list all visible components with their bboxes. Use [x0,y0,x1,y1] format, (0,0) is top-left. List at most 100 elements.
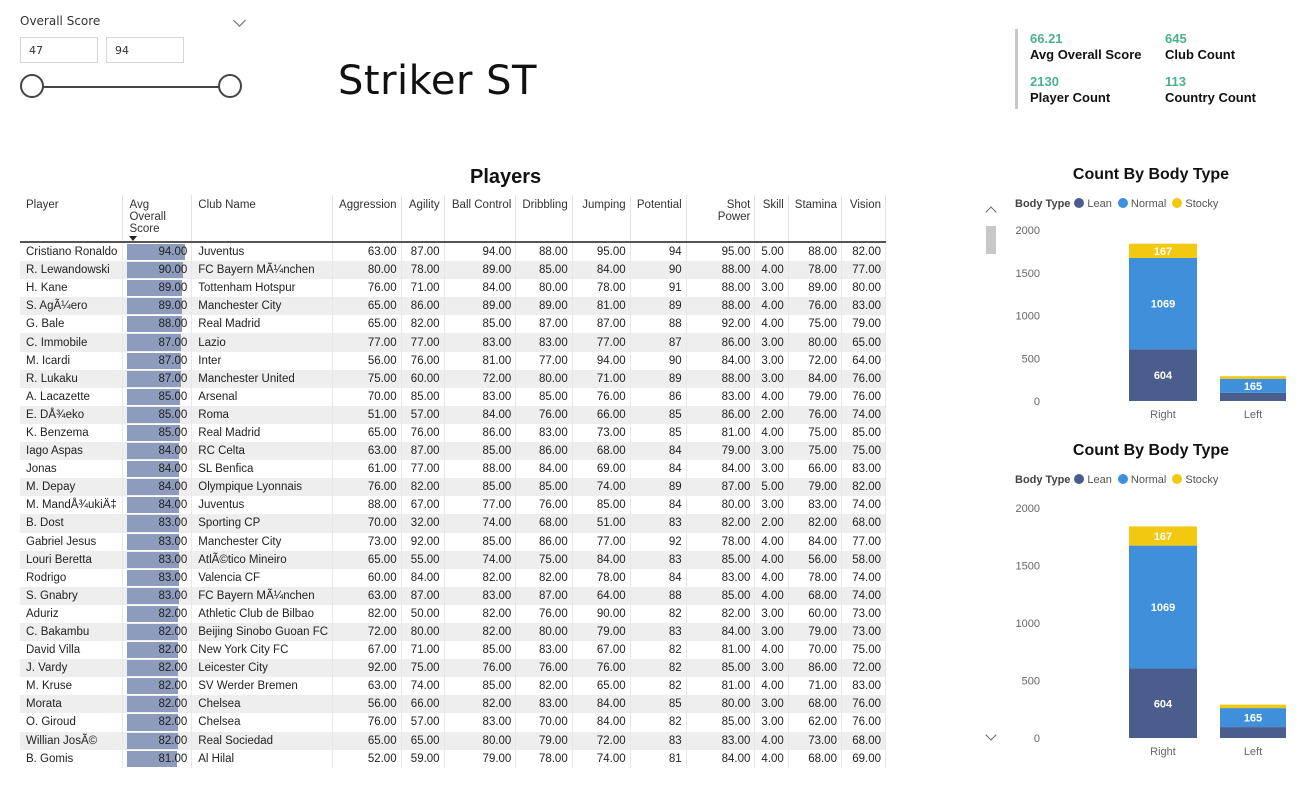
table-cell: 74.00 [401,677,445,696]
table-cell: Arsenal [191,387,334,406]
table-cell: 84 [630,496,687,515]
slicer-max-input[interactable]: 94 [106,37,184,63]
table-cell: 67.00 [401,496,445,515]
table-cell: SV Werder Bremen [191,677,334,696]
score-value: 90.00 [158,264,188,277]
data-label: 1069 [1151,602,1175,614]
column-header[interactable]: Vision [841,195,886,243]
table-row[interactable]: R. Lewandowski 90.00 FC Bayern MÃ¼nchen 80.… [20,261,886,280]
table-cell: 83.00 [515,695,573,714]
table-cell: 88.00 [332,496,402,515]
table-cell: 76.00 [841,387,886,406]
column-header[interactable]: Club Name [191,195,334,243]
table-cell: 80.00 [515,279,573,298]
table-cell: Valencia CF [191,568,334,587]
table-cell: 80.00 [332,261,402,280]
table-cell: 91 [630,279,687,298]
table-row[interactable]: Jonas 84.00 SL Benfica 61.00 77.00 88.00 84.00… [20,460,886,479]
table-row[interactable]: J. Vardy 82.00 Leicester City 92.00 75.00 76.… [20,659,886,678]
table-row[interactable]: C. Bakambu 82.00 Beijing Sinobo Guoan FC 72… [20,622,886,642]
table-cell: 3.00 [754,604,789,623]
table-cell: 94.00 [122,242,193,262]
legend-item-stocky[interactable]: Stocky [1172,474,1218,486]
table-row[interactable]: H. Kane 89.00 Tottenham Hotspur 76.00 71.00 8… [20,279,886,298]
column-header[interactable]: Shot Power [686,195,756,243]
column-header[interactable]: Skill [754,195,789,243]
table-row[interactable]: G. Bale 88.00 Real Madrid 65.00 82.00 85.00 87… [20,315,886,334]
chevron-up-icon[interactable] [985,206,997,218]
table-row[interactable]: M. Kruse 82.00 SV Werder Bremen 63.00 74.00 8… [20,677,886,696]
table-cell: 4.00 [754,387,789,406]
table-row[interactable]: R. Lukaku 87.00 Manchester United 75.00 60.0… [20,369,886,388]
table-cell: 78.00 [401,261,445,280]
table-row[interactable]: B. Dost 83.00 Sporting CP 70.00 32.00 74.00 68… [20,514,886,533]
table-cell: 89.00 [788,279,842,298]
table-row[interactable]: M. MandÅ¾ukiÄ‡ 84.00 Juventus 88.00 67.00 77.… [20,496,886,515]
table-row[interactable]: Gabriel Jesus 83.00 Manchester City 73.00 92… [20,532,886,551]
table-cell: 87 [630,333,687,352]
score-value: 82.00 [158,734,188,747]
column-header[interactable]: Aggression [332,195,402,243]
table-cell: 86.00 [515,442,573,461]
table-row[interactable]: Willian JosÃ© 82.00 Real Sociedad 65.00 65.0… [20,731,886,750]
legend-item-stocky[interactable]: Stocky [1172,198,1218,210]
table-row[interactable]: E. DÅ¾eko 85.00 Roma 51.00 57.00 84.00 76.00 66… [20,405,886,424]
legend-item-lean[interactable]: Lean [1074,198,1112,210]
legend-item-normal[interactable]: Normal [1117,474,1166,486]
table-cell: Iago Aspas [20,442,124,461]
table-row[interactable]: S. AgÃ¼ero 89.00 Manchester City 65.00 86.00… [20,297,886,316]
table-cell: Rodrigo [20,568,124,587]
table-row[interactable]: S. Gnabry 83.00 FC Bayern MÃ¼nchen 63.00 87.… [20,586,886,605]
legend-item-lean[interactable]: Lean [1074,474,1112,486]
table-row[interactable]: B. Gomis 81.00 Al Hilal 52.00 59.00 79.00 78.0… [20,749,886,768]
table-row[interactable]: Rodrigo 83.00 Valencia CF 60.00 84.00 82.00 82… [20,568,886,587]
chevron-down-icon[interactable] [233,14,246,27]
table-cell: 85.00 [444,677,517,696]
table-row[interactable]: Iago Aspas 84.00 RC Celta 63.00 87.00 85.00 86… [20,442,886,461]
column-header[interactable]: Stamina [788,195,842,243]
data-label: 165 [1244,713,1262,725]
table-row[interactable]: M. Icardi 87.00 Inter 56.00 76.00 81.00 77.00 9… [20,351,886,370]
column-header[interactable]: Jumping [572,195,631,243]
table-scrollbar[interactable] [985,200,997,745]
table-row[interactable]: C. Immobile 87.00 Lazio 77.00 77.00 83.00 83.0… [20,333,886,352]
slicer-max-handle[interactable] [218,74,242,98]
score-value: 85.00 [158,390,188,403]
table-cell: 70.00 [515,713,573,732]
score-value: 87.00 [158,336,188,349]
table-cell: 82.00 [841,242,886,262]
legend-item-normal[interactable]: Normal [1117,198,1166,210]
table-row[interactable]: Louri Beretta 83.00 AtlÃ©tico Mineiro 65.00… [20,550,886,569]
slicer-track [34,86,232,88]
column-header[interactable]: Dribbling [515,195,573,243]
column-header[interactable]: Agility [401,195,445,243]
table-cell: 83.00 [686,568,756,587]
column-header-label: Agility [408,199,440,211]
table-cell: R. Lukaku [20,369,124,388]
table-row[interactable]: K. Benzema 85.00 Real Madrid 65.00 76.00 86.0… [20,423,886,443]
table-row[interactable]: Aduriz 82.00 Athletic Club de Bilbao 82.00 5… [20,604,886,623]
table-cell: 80.00 [788,333,842,352]
table-cell: 60.00 [401,369,445,388]
table-cell: 3.00 [754,279,789,298]
table-row[interactable]: Cristiano Ronaldo 94.00 Juventus 63.00 87.00… [20,242,886,262]
column-header[interactable]: Avg Overall Score [122,195,193,243]
slicer-min-handle[interactable] [20,74,44,98]
table-cell: 4.00 [754,641,789,660]
table-row[interactable]: O. Giroud 82.00 Chelsea 76.00 57.00 83.00 70.0… [20,713,886,732]
table-row[interactable]: David Villa 82.00 New York City FC 67.00 71.… [20,641,886,660]
chevron-down-icon[interactable] [985,729,997,741]
table-cell: 70.00 [332,387,402,406]
column-header[interactable]: Ball Control [444,195,517,243]
slicer-min-input[interactable]: 47 [20,37,98,63]
table-cell: 5.00 [754,242,789,262]
table-cell: 70.00 [788,641,842,660]
table-row[interactable]: Morata 82.00 Chelsea 56.00 66.00 82.00 83.00 84… [20,695,886,714]
table-row[interactable]: A. Lacazette 85.00 Arsenal 70.00 85.00 83.00 8… [20,387,886,406]
column-header[interactable]: Potential [630,195,687,243]
table-cell: 74.00 [841,586,886,605]
scrollbar-thumb[interactable] [986,226,996,254]
table-cell: 60.00 [788,604,842,623]
column-header[interactable]: Player [20,195,124,243]
table-row[interactable]: M. Depay 84.00 Olympique Lyonnais 76.00 82.0… [20,478,886,497]
